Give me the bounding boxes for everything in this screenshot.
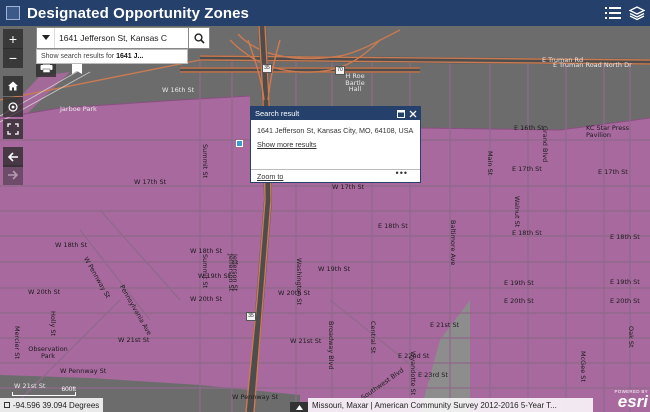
map-label: Baltimore Ave	[449, 220, 457, 266]
highway-shield-icon: 35	[262, 64, 272, 73]
search-button[interactable]	[188, 27, 210, 49]
more-actions-button[interactable]: •••	[396, 168, 408, 178]
map-view[interactable]: E Truman Rd E Truman Road North Dr H Roe…	[0, 26, 650, 412]
fullscreen-button[interactable]	[3, 119, 23, 139]
dock-button[interactable]	[395, 108, 406, 119]
back-button[interactable]	[3, 147, 23, 167]
fullscreen-icon	[7, 123, 19, 135]
map-label: Mercier St	[13, 326, 21, 359]
scale-bar: 600ft	[12, 386, 76, 398]
home-button[interactable]	[3, 76, 23, 96]
popup-body: 1641 Jefferson St, Kansas City, MO, 6410…	[251, 120, 420, 149]
list-icon[interactable]	[604, 4, 622, 22]
search-widget: ✕	[36, 27, 209, 49]
zoom-in-button[interactable]: +	[3, 29, 23, 49]
map-label: E 19th St	[610, 278, 640, 286]
map-label: W 18th St	[55, 241, 88, 249]
layers-icon[interactable]	[628, 4, 646, 22]
map-label: E 16th St	[514, 124, 544, 132]
map-label: E 17th St	[512, 165, 542, 173]
map-label: W 17th St	[134, 178, 167, 186]
map-label: Main St	[486, 151, 494, 176]
forward-button[interactable]	[3, 165, 23, 185]
map-label: W 20th St	[190, 295, 223, 303]
coordinate-readout: -94.596 39.094 Degrees	[0, 398, 104, 412]
map-label: Oak St	[627, 326, 635, 348]
attribution-bar: Missouri, Maxar | American Community Sur…	[308, 398, 593, 412]
map-label: W 16th St	[162, 86, 195, 94]
popup-footer: Zoom to •••	[251, 168, 420, 182]
popup-header: Search result	[251, 107, 420, 120]
map-label: Grand Blvd	[541, 126, 549, 163]
map-label: E 23rd St	[418, 371, 448, 379]
map-label: E 20th St	[504, 297, 534, 305]
app-logo-icon	[6, 6, 20, 20]
scale-bar-line	[12, 392, 76, 396]
app-header: Designated Opportunity Zones	[0, 0, 650, 26]
map-label: E 17th St	[598, 168, 628, 176]
highway-shield-icon: 35	[246, 312, 256, 321]
map-label: W 17th St	[332, 183, 365, 191]
map-label: Summit St	[201, 144, 209, 179]
map-label: W 19th St	[318, 265, 351, 273]
arrow-left-icon	[7, 152, 18, 162]
map-label: E 18th St	[378, 222, 408, 230]
map-label: E 19th St	[504, 279, 534, 287]
show-more-results-link[interactable]: Show more results	[257, 140, 414, 150]
suggestion-prefix: Show search results for	[41, 53, 117, 60]
esri-name: esri	[617, 392, 648, 411]
highway-shield-icon: 70	[335, 66, 345, 75]
map-label: Jefferson St	[227, 254, 235, 292]
caret-down-icon	[41, 35, 50, 40]
map-label: E Truman Road North Dr	[553, 61, 632, 69]
popup-title: Search result	[255, 109, 300, 118]
zoom-out-button[interactable]: −	[3, 48, 23, 68]
search-result-popup: Search result 1641 Jefferson St, Kansas …	[250, 106, 421, 183]
location-pin-icon[interactable]	[4, 402, 10, 408]
search-icon	[193, 32, 205, 44]
map-label: E 20th St	[610, 297, 640, 305]
close-popup-button[interactable]	[407, 108, 418, 119]
map-label: W 20th St	[28, 288, 61, 296]
arrow-right-icon	[8, 170, 19, 180]
map-label: KC Star Press Pavilion	[586, 124, 630, 139]
map-label: E 21st St	[430, 321, 460, 329]
search-input[interactable]	[55, 33, 187, 43]
zoom-to-link[interactable]: Zoom to	[257, 172, 283, 181]
map-label: Holly St	[49, 311, 57, 337]
map-label: Summit St	[201, 254, 209, 289]
result-address: 1641 Jefferson St, Kansas City, MO, 6410…	[257, 126, 414, 135]
map-label: W Pennway St	[232, 393, 279, 401]
map-label: Walnut St	[513, 196, 521, 228]
map-label: Washington St	[295, 258, 303, 305]
app-title: Designated Opportunity Zones	[27, 4, 249, 22]
map-label: Wyandotte St	[409, 351, 417, 396]
search-source-dropdown[interactable]	[37, 28, 55, 48]
map-label: Jarboe Park	[60, 105, 97, 113]
map-label: Broadway Blvd	[327, 321, 335, 370]
locate-button[interactable]	[3, 97, 23, 117]
map-label: W Pennway St	[60, 367, 107, 375]
locate-icon	[8, 102, 18, 112]
esri-logo: POWERED BY esri	[604, 389, 648, 411]
map-label: McGee St	[579, 351, 587, 382]
map-label: Central St	[369, 321, 377, 354]
map-label: E 18th St	[512, 229, 542, 237]
app: Designated Opportunity Zones E Truman Rd…	[0, 0, 650, 412]
location-marker[interactable]	[236, 140, 243, 147]
close-icon	[409, 110, 416, 117]
dock-icon	[396, 109, 405, 118]
map-label: H Roe Bartle Hall	[345, 72, 365, 93]
search-suggestion[interactable]: Show search results for 1641 J...	[36, 49, 188, 64]
coordinate-text: -94.596 39.094 Degrees	[13, 400, 100, 410]
suggestion-term: 1641 J...	[116, 53, 144, 60]
map-canvas	[0, 26, 650, 412]
map-label: Observation Park	[28, 345, 68, 360]
home-icon	[8, 81, 18, 91]
map-label: E 18th St	[610, 233, 640, 241]
map-label: W 21st St	[290, 337, 322, 345]
caret-up-icon	[295, 404, 303, 410]
map-label: W 21st St	[118, 336, 150, 344]
attribution-toggle[interactable]	[290, 402, 308, 412]
